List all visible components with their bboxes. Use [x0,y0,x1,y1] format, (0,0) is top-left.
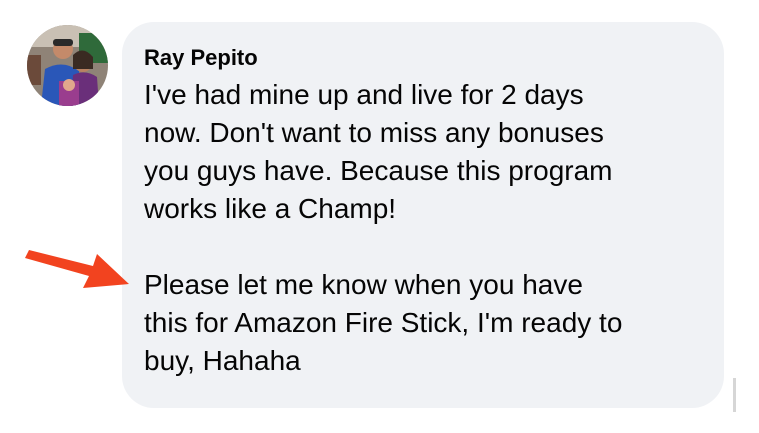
comment-screenshot: Ray Pepito I've had mine up and live for… [0,0,759,433]
comment-author[interactable]: Ray Pepito [144,44,700,72]
avatar-photo [27,25,108,106]
arrow-right-icon [23,248,131,301]
comment-paragraph-2: Please let me know when you have this fo… [144,269,623,376]
text-cursor [733,378,736,412]
avatar[interactable] [27,25,108,106]
comment-paragraph-1: I've had mine up and live for 2 days now… [144,79,613,224]
comment-bubble: Ray Pepito I've had mine up and live for… [122,22,724,408]
